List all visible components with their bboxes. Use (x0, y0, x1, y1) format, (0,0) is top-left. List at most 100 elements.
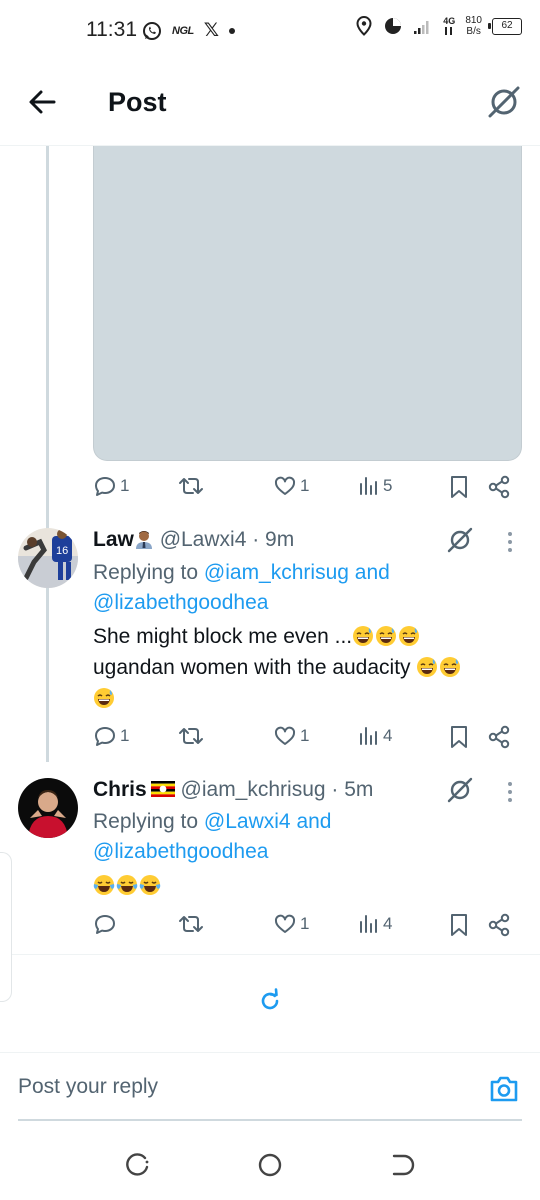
reply-button[interactable]: 1 (93, 474, 129, 498)
thread-connector-line (46, 146, 49, 762)
views-chart-icon (360, 915, 377, 933)
replying-to: Replying to @iam_kchrisug and @lizabethg… (93, 561, 390, 614)
tears-of-joy-emoji (93, 875, 115, 895)
views-count: 4 (383, 726, 393, 745)
like-count: 1 (300, 726, 310, 745)
tweet-actions: 1 1 4 (93, 724, 523, 754)
tweet-header: Chris @iam_kchrisug · 5m (93, 778, 373, 802)
composer-underline (18, 1119, 522, 1121)
system-nav-bar (0, 1130, 540, 1200)
reply-icon (95, 727, 115, 746)
user-handle[interactable]: @Lawxi4 (160, 528, 247, 551)
status-time: 11:31 (86, 18, 137, 41)
grinning-sweat-emoji (440, 657, 461, 677)
like-button[interactable]: 1 (273, 912, 309, 936)
grok-icon[interactable] (446, 526, 474, 554)
views-button[interactable]: 5 (358, 474, 392, 498)
mention-link[interactable]: @Lawxi4 (204, 810, 291, 833)
like-count: 1 (300, 476, 310, 495)
avatar-chris[interactable] (18, 778, 78, 838)
grok-icon[interactable] (446, 776, 474, 804)
share-icon[interactable] (487, 912, 511, 938)
more-options-icon[interactable] (500, 778, 520, 806)
bookmark-icon[interactable] (447, 474, 471, 500)
reply-count: 1 (120, 476, 130, 495)
svg-text:16: 16 (56, 545, 68, 557)
network-speed: 810 B/s (465, 15, 482, 37)
location-icon (356, 16, 372, 36)
avatar-law[interactable]: 16 (18, 528, 78, 588)
tweet-actions: 1 1 5 (93, 474, 523, 504)
edge-panel-handle[interactable] (0, 852, 12, 1002)
heart-icon (274, 476, 296, 495)
app-header: Post (0, 60, 540, 146)
tweet-body (93, 870, 518, 901)
grinning-sweat-emoji (399, 626, 420, 646)
whatsapp-icon (143, 21, 161, 40)
mention-link[interactable]: @lizabethgoodhea (93, 840, 268, 863)
repost-button[interactable] (178, 912, 204, 936)
reply-button[interactable]: 1 (93, 724, 129, 748)
grok-icon[interactable] (484, 82, 524, 122)
grinning-sweat-emoji (353, 626, 374, 646)
like-button[interactable]: 1 (273, 724, 309, 748)
status-bar: 11:31 NGL 𝕏 4G 810 B/s 62 (0, 0, 540, 60)
heart-icon (274, 726, 296, 745)
back-nav-icon[interactable] (387, 1150, 417, 1180)
share-icon[interactable] (487, 474, 511, 500)
grinning-sweat-emoji (376, 626, 397, 646)
avatar-image: 16 (18, 528, 78, 588)
man-office-worker-emoji (135, 531, 152, 549)
repost-icon (179, 916, 203, 932)
display-name[interactable]: Law (93, 528, 134, 551)
repost-icon (179, 478, 203, 494)
system-icons: 4G 810 B/s 62 (355, 15, 522, 37)
signal-icon (414, 21, 429, 34)
views-button[interactable]: 4 (358, 724, 392, 748)
replying-to: Replying to @Lawxi4 and @lizabethgoodhea (93, 810, 332, 863)
views-count: 4 (383, 914, 393, 933)
network-arrows-icon (445, 26, 453, 35)
mention-link[interactable]: @iam_kchrisug (204, 561, 349, 584)
repost-icon (179, 728, 203, 744)
reply-button[interactable] (93, 912, 120, 936)
back-arrow-button[interactable] (24, 84, 60, 120)
mention-link[interactable]: @lizabethgoodhea (93, 591, 268, 614)
media-placeholder[interactable] (93, 146, 522, 461)
more-options-icon[interactable] (500, 528, 520, 556)
views-button[interactable]: 4 (358, 912, 392, 936)
heart-icon (274, 914, 296, 933)
x-app-icon: 𝕏 (203, 20, 220, 41)
tweet-header: Law @Lawxi4 · 9m (93, 528, 294, 552)
like-button[interactable]: 1 (273, 474, 309, 498)
repost-button[interactable] (178, 474, 204, 498)
share-icon[interactable] (487, 724, 511, 750)
tears-of-joy-emoji (139, 875, 161, 895)
views-chart-icon (360, 477, 377, 495)
network-type: 4G (443, 16, 455, 36)
refresh-icon[interactable] (257, 988, 283, 1014)
page-title: Post (108, 87, 167, 117)
grinning-sweat-emoji (94, 688, 114, 708)
divider (0, 954, 540, 955)
views-count: 5 (383, 476, 393, 495)
tweet-time: · 5m (331, 778, 374, 801)
tweet-time: · 9m (252, 528, 295, 551)
display-name[interactable]: Chris (93, 778, 147, 801)
notification-icons: NGL 𝕏 (142, 19, 236, 42)
bookmark-icon[interactable] (447, 724, 471, 750)
battery-icon: 62 (488, 17, 522, 35)
bookmark-icon[interactable] (447, 912, 471, 938)
tears-of-joy-emoji (116, 875, 138, 895)
user-handle[interactable]: @iam_kchrisug (181, 778, 326, 801)
camera-icon[interactable] (488, 1075, 520, 1103)
views-chart-icon (360, 727, 377, 745)
reply-input[interactable] (18, 1069, 468, 1105)
avatar-image (18, 778, 78, 838)
grinning-sweat-emoji (417, 657, 438, 677)
reply-icon (95, 915, 115, 934)
home-icon[interactable] (255, 1150, 285, 1180)
tweet-body: She might block me even ... ugandan wome… (93, 621, 518, 714)
repost-button[interactable] (178, 724, 204, 748)
recents-icon[interactable] (123, 1150, 153, 1180)
